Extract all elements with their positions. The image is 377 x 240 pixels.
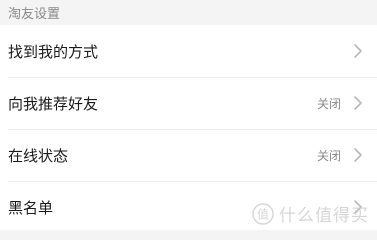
chevron-right-icon [353, 43, 363, 59]
chevron-right-icon [353, 147, 363, 163]
row-label: 找到我的方式 [8, 42, 99, 61]
settings-row-online-status[interactable]: 在线状态 关闭 [0, 129, 377, 181]
settings-screen: 淘友设置 找到我的方式 向我推荐好友 关闭 在线状态 关闭 黑名单 值 什么值得… [0, 0, 377, 230]
settings-list: 找到我的方式 向我推荐好友 关闭 在线状态 关闭 黑名单 [0, 25, 377, 230]
chevron-right-icon [353, 95, 363, 111]
watermark-logo-icon: 值 [252, 202, 274, 225]
settings-row-recommend-friends[interactable]: 向我推荐好友 关闭 [0, 77, 377, 129]
row-value: 关闭 [316, 148, 341, 163]
section-header: 淘友设置 [0, 0, 377, 25]
svg-text:值: 值 [257, 206, 269, 221]
row-label: 在线状态 [8, 146, 69, 165]
row-label: 向我推荐好友 [8, 94, 99, 113]
settings-row-find-me[interactable]: 找到我的方式 [0, 25, 377, 77]
section-title: 淘友设置 [8, 7, 61, 22]
watermark: 值 什么值得买 [252, 201, 369, 226]
watermark-text: 什么值得买 [279, 206, 369, 226]
row-value: 关闭 [316, 96, 341, 111]
